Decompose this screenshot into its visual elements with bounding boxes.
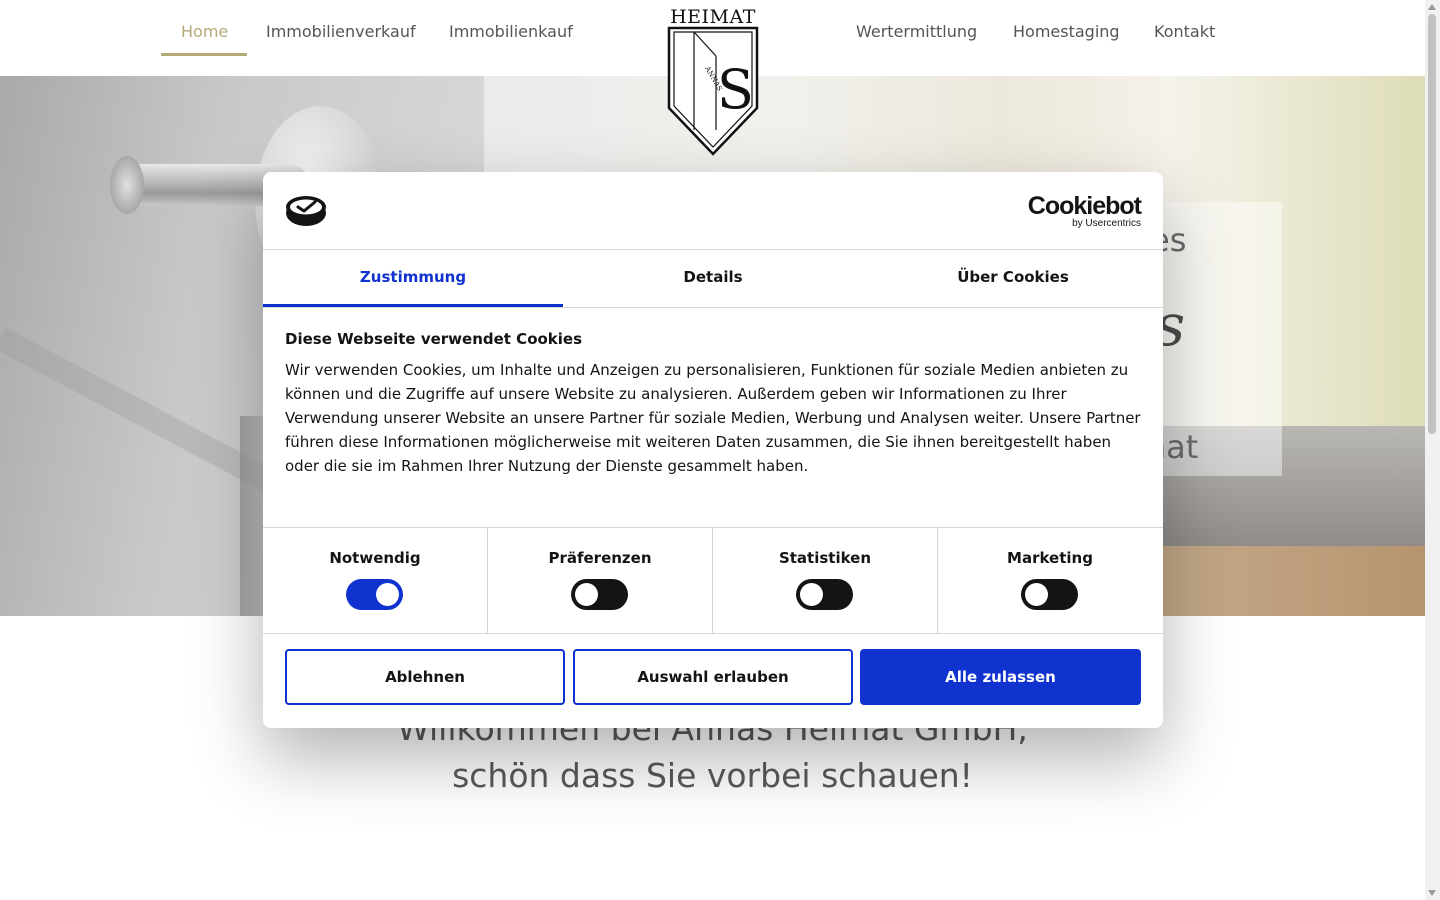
category-label: Präferenzen <box>548 549 652 567</box>
nav-immobilienkauf[interactable]: Immobilienkauf <box>449 22 573 41</box>
toggle-marketing[interactable] <box>1021 579 1078 610</box>
toggle-notwendig[interactable] <box>346 579 403 610</box>
cookie-icon <box>286 196 326 226</box>
category-marketing: Marketing <box>938 528 1162 633</box>
dialog-header: Cookiebot by Usercentrics <box>263 172 1163 250</box>
nav-wertermittlung[interactable]: Wertermittlung <box>856 22 977 41</box>
door-handle-end <box>110 156 144 214</box>
decline-button[interactable]: Ablehnen <box>285 649 565 705</box>
category-label: Marketing <box>1007 549 1093 567</box>
tab-zustimmung[interactable]: Zustimmung <box>263 250 563 307</box>
nav-immobilienverkauf[interactable]: Immobilienverkauf <box>266 22 416 41</box>
site-logo[interactable]: HEIMAT ANNAS S <box>664 6 762 158</box>
cookiebot-logo[interactable]: Cookiebot by Usercentrics <box>1027 192 1142 230</box>
dialog-actions: Ablehnen Auswahl erlauben Alle zulassen <box>285 649 1141 705</box>
logo-word: HEIMAT <box>670 6 756 28</box>
nav-active-indicator <box>161 53 247 56</box>
allow-all-button[interactable]: Alle zulassen <box>860 649 1141 705</box>
toggle-knob <box>376 583 399 606</box>
dialog-description: Wir verwenden Cookies, um Inhalte und An… <box>285 361 1141 475</box>
scroll-up-arrow-icon[interactable] <box>1428 4 1436 10</box>
nav-kontakt[interactable]: Kontakt <box>1154 22 1215 41</box>
logo-shield-icon: ANNAS S <box>667 26 759 156</box>
toggle-statistiken[interactable] <box>796 579 853 610</box>
category-praeferenzen: Präferenzen <box>488 528 713 633</box>
dialog-body: Diese Webseite verwendet Cookies Wir ver… <box>285 330 1141 478</box>
category-notwendig: Notwendig <box>263 528 488 633</box>
consent-categories: Notwendig Präferenzen Statistiken Market… <box>263 527 1163 634</box>
dialog-title: Diese Webseite verwendet Cookies <box>285 330 583 348</box>
toggle-knob <box>575 583 598 606</box>
toggle-knob <box>800 583 823 606</box>
category-label: Statistiken <box>778 549 872 567</box>
cookiebot-wordmark: Cookiebot <box>1027 192 1142 220</box>
nav-homestaging[interactable]: Homestaging <box>1013 22 1120 41</box>
tab-ueber-cookies[interactable]: Über Cookies <box>863 250 1163 307</box>
toggle-praeferenzen[interactable] <box>571 579 628 610</box>
toggle-knob <box>1025 583 1048 606</box>
nav-home[interactable]: Home <box>181 22 228 41</box>
dialog-tabs: Zustimmung Details Über Cookies <box>263 250 1163 308</box>
category-label: Notwendig <box>329 549 421 567</box>
scroll-down-arrow-icon[interactable] <box>1428 890 1436 896</box>
category-statistiken: Statistiken <box>713 528 938 633</box>
scroll-thumb[interactable] <box>1428 14 1436 434</box>
tab-details[interactable]: Details <box>563 250 863 307</box>
logo-letter: S <box>717 58 754 121</box>
active-tab-indicator <box>263 304 563 307</box>
page-scrollbar[interactable] <box>1425 0 1440 900</box>
welcome-line2: schön dass Sie vorbei schauen! <box>452 756 973 795</box>
cookie-consent-dialog: Cookiebot by Usercentrics Zustimmung Det… <box>263 172 1163 728</box>
allow-selection-button[interactable]: Auswahl erlauben <box>573 649 853 705</box>
